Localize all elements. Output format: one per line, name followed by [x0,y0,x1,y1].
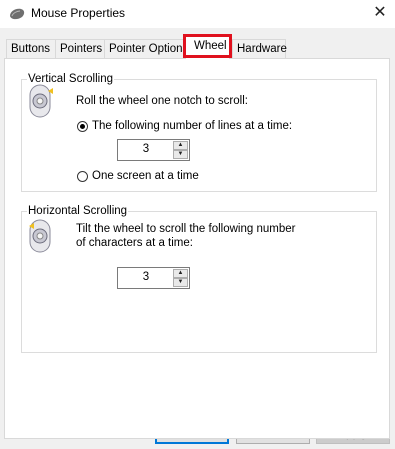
horizontal-instruction-line1: Tilt the wheel to scroll the following n… [76,223,296,235]
window-title: Mouse Properties [31,6,126,20]
chars-down-arrow-icon[interactable]: ▼ [173,278,188,287]
lines-up-arrow-icon[interactable]: ▲ [173,141,188,150]
chars-value[interactable]: 3 [118,271,174,283]
horizontal-scrolling-legend: Horizontal Scrolling [28,205,128,217]
screen-radio-label[interactable]: One screen at a time [92,169,199,184]
scroll-wheel-icon [29,84,53,118]
lines-spinner[interactable]: 3 ▲ ▼ [117,139,190,161]
mouse-icon [10,8,25,20]
tab-highlight-box [183,34,232,58]
lines-value[interactable]: 3 [118,143,174,155]
lines-down-arrow-icon[interactable]: ▼ [173,150,188,159]
wheel-panel: Vertical Scrolling Roll the wheel one no… [4,58,390,439]
tilt-wheel-icon [29,219,51,253]
vertical-instruction: Roll the wheel one notch to scroll: [76,95,248,107]
horizontal-instruction-line2: of characters at a time: [76,237,193,249]
close-button[interactable]: ✕ [365,0,395,28]
dialog-body: Buttons Pointers Pointer Options Wheel H… [0,28,395,449]
tab-hardware[interactable]: Hardware [232,39,287,58]
screen-radio[interactable] [77,171,88,182]
lines-radio[interactable] [77,121,88,132]
tab-buttons[interactable]: Buttons [6,39,56,58]
title-bar: Mouse Properties ✕ [0,0,395,28]
tab-pointer-options[interactable]: Pointer Options [104,39,188,58]
tab-pointers[interactable]: Pointers [55,39,105,58]
lines-radio-label[interactable]: The following number of lines at a time: [92,119,292,134]
chars-spinner[interactable]: 3 ▲ ▼ [117,267,190,289]
chars-up-arrow-icon[interactable]: ▲ [173,269,188,278]
